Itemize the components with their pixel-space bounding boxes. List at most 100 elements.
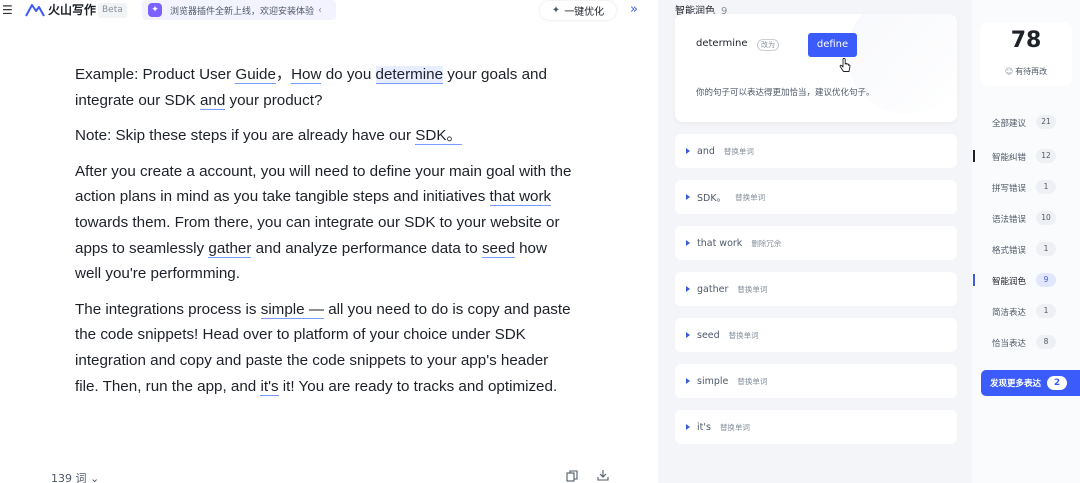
category-count: 1 — [1036, 242, 1056, 256]
suggestion-tag: 替换单词 — [723, 146, 754, 156]
category-count: 10 — [1036, 211, 1056, 225]
suggestion-tag: 替换单词 — [737, 376, 768, 386]
category-label: 格式错误 — [992, 246, 1027, 256]
category-concise[interactable]: 简洁表达 1 — [972, 302, 1080, 322]
selected-flagged-word[interactable]: determine — [375, 66, 444, 84]
flagged-word[interactable]: Guide — [235, 66, 276, 84]
suggestion-item[interactable]: and 替换单词 — [675, 134, 957, 168]
category-grammar[interactable]: 语法错误 10 — [972, 209, 1080, 229]
word-count-dropdown[interactable]: 139 词 ⌄ — [51, 470, 99, 483]
app-window: ☰ 火山写作 Beta ✦ 浏览器插件全新上线，欢迎安装体验 ‹ ✦ 一键优化 … — [0, 0, 1080, 483]
section-marker — [973, 274, 975, 286]
arrow-bullet-icon — [686, 194, 690, 200]
arrow-bullet-icon — [686, 424, 690, 430]
text-run: and analyze performance data to — [251, 239, 482, 257]
promo-text: 浏览器插件全新上线，欢迎安装体验 — [170, 6, 315, 17]
category-sidebar: 78 ☺ 有待再改 全部建议 21 智能纠错 12 拼写错误 1 语法错误 10 … — [972, 0, 1080, 483]
optimize-label: 一键优化 — [564, 7, 605, 18]
flagged-word[interactable]: simple — — [260, 300, 325, 319]
suggestion-word: that work — [697, 237, 743, 249]
suggestion-item[interactable]: simple 替换单词 — [675, 364, 957, 398]
category-count: 9 — [1036, 273, 1056, 287]
suggestion-word: and — [697, 145, 715, 157]
paragraph-1: Example: Product User Guide，How do you d… — [75, 62, 575, 113]
close-icon[interactable]: ‹ — [318, 5, 322, 16]
arrow-bullet-icon — [686, 378, 690, 384]
arrow-bullet-icon — [686, 240, 690, 246]
category-label: 简洁表达 — [992, 308, 1027, 318]
suggestion-word: gather — [697, 283, 729, 295]
category-label: 语法错误 — [992, 215, 1027, 225]
score-label-text: 有待再改 — [1015, 67, 1048, 76]
paragraph-3: After you create a account, you will nee… — [75, 159, 575, 287]
category-all[interactable]: 全部建议 21 — [972, 113, 1080, 133]
suggestion-tag: 替换单词 — [719, 422, 750, 432]
suggestion-item[interactable]: gather 替换单词 — [675, 272, 957, 306]
download-icon[interactable] — [597, 469, 609, 481]
suggestion-item[interactable]: seed 替换单词 — [675, 318, 957, 352]
category-smart-polish[interactable]: 智能润色 9 — [972, 271, 1080, 291]
paragraph-2: Note: Skip these steps if you are alread… — [75, 123, 575, 149]
word-count-label: 139 词 — [51, 472, 87, 483]
text-run: do you — [321, 66, 376, 83]
paragraph-4: The integrations process is simple — all… — [75, 297, 575, 399]
original-word: determine — [696, 38, 748, 49]
arrow-bullet-icon — [686, 148, 690, 154]
suggestion-item[interactable]: it's 替换单词 — [675, 410, 957, 444]
copy-icon[interactable] — [566, 470, 578, 482]
category-label: 智能润色 — [992, 277, 1027, 287]
text-run: your — [225, 91, 264, 109]
flagged-word[interactable]: that work — [489, 188, 552, 207]
suggestion-item[interactable]: that work 删除冗余 — [675, 226, 957, 260]
text-run: Example: Product User — [75, 66, 236, 83]
document-editor[interactable]: Example: Product User Guide，How do you d… — [75, 62, 575, 409]
flagged-word[interactable]: SDK。 — [415, 127, 462, 146]
app-name: 火山写作 — [48, 3, 97, 17]
discover-more-count: 2 — [1047, 376, 1068, 390]
flagged-word[interactable]: How — [291, 66, 322, 84]
category-label: 恰当表达 — [992, 339, 1027, 349]
suggestion-tag: 替换单词 — [728, 330, 759, 340]
beta-badge: Beta — [98, 3, 127, 18]
category-appropriate[interactable]: 恰当表达 8 — [972, 333, 1080, 353]
suggestion-word: seed — [697, 329, 720, 341]
category-count: 12 — [1036, 149, 1056, 163]
flagged-word[interactable]: it's — [260, 377, 279, 396]
flagged-word[interactable]: gather — [208, 239, 252, 258]
arrow-bullet-icon — [686, 286, 690, 292]
text-run: ， — [275, 66, 292, 83]
category-label: 全部建议 — [992, 119, 1027, 129]
flagged-word[interactable]: and — [199, 91, 226, 110]
suggestion-tag: 替换单词 — [735, 192, 766, 202]
category-format[interactable]: 格式错误 1 — [972, 240, 1080, 260]
flagged-word[interactable]: seed — [481, 239, 515, 258]
suggestion-item[interactable]: SDK。 替换单词 — [675, 180, 957, 214]
discover-more-button[interactable]: 发现更多表达 2 — [981, 370, 1080, 396]
top-bar: ☰ 火山写作 Beta ✦ 浏览器插件全新上线，欢迎安装体验 ‹ ✦ 一键优化 … — [0, 0, 658, 22]
suggestion-word: it's — [697, 421, 711, 433]
suggestions-panel: 智能润色 9 determine 改为 define 你的句子可以表达得更加恰当，… — [658, 0, 972, 483]
category-smart-correction[interactable]: 智能纠错 12 — [972, 147, 1080, 167]
menu-icon[interactable]: ☰ — [2, 4, 16, 16]
one-click-optimize-button[interactable]: ✦ 一键优化 — [540, 1, 616, 20]
score-label: ☺ 有待再改 — [980, 66, 1072, 77]
suggestion-word: SDK。 — [697, 193, 727, 204]
category-spelling[interactable]: 拼写错误 1 — [972, 178, 1080, 198]
card-decoration — [847, 14, 957, 114]
suggestion-description: 你的句子可以表达得更加恰当，建议优化句子。 — [696, 88, 875, 98]
sparkle-icon: ✦ — [551, 5, 561, 16]
promo-banner[interactable]: ✦ 浏览器插件全新上线，欢迎安装体验 ‹ — [142, 0, 336, 20]
suggestion-tag: 删除冗余 — [751, 238, 782, 248]
suggestion-tag: 替换单词 — [737, 284, 768, 294]
collapse-chevron-icon[interactable]: » — [630, 2, 638, 17]
discover-more-label: 发现更多表达 — [990, 379, 1042, 389]
logo-icon — [25, 4, 45, 17]
text-run: it! You are ready to tracks and optimize… — [278, 377, 558, 395]
emoji-icon: ☺ — [1004, 67, 1014, 76]
category-label: 智能纠错 — [992, 153, 1027, 163]
text-run: Note: Skip these steps if you are alread… — [75, 127, 416, 145]
section-marker — [973, 150, 975, 162]
apply-replacement-button[interactable]: define — [808, 33, 857, 57]
chevron-down-icon: ⌄ — [90, 472, 100, 483]
active-suggestion-card[interactable]: determine 改为 define 你的句子可以表达得更加恰当，建议优化句子… — [675, 14, 957, 122]
